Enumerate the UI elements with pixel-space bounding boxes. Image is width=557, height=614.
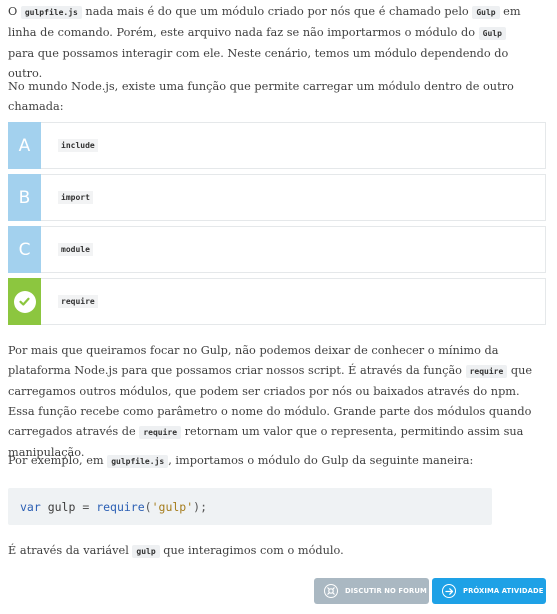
inline-code: gulpfile.js bbox=[107, 455, 169, 468]
answer-options: A include B import C module require bbox=[8, 122, 546, 330]
option-label: include bbox=[58, 139, 98, 152]
closing-paragraph: É através da variável gulp que interagim… bbox=[8, 544, 344, 558]
explanation-paragraph: Por mais que queiramos focar no Gulp, nã… bbox=[8, 344, 533, 459]
question-text: No mundo Node.js, existe uma função que … bbox=[8, 80, 514, 113]
option-letter: B bbox=[8, 174, 41, 221]
option-letter: A bbox=[8, 122, 41, 169]
inline-code: require bbox=[465, 365, 508, 378]
option-b[interactable]: B import bbox=[8, 174, 546, 221]
option-letter: C bbox=[8, 226, 41, 273]
arrow-right-icon bbox=[442, 584, 456, 598]
example-paragraph: Por exemplo, em gulpfile.js, importamos … bbox=[8, 454, 474, 468]
discuss-forum-label: DISCUTIR NO FORUM bbox=[345, 587, 427, 595]
inline-code: Gulp bbox=[472, 6, 500, 19]
lifebuoy-icon bbox=[324, 584, 338, 598]
code-block: var gulp = require('gulp'); bbox=[8, 488, 492, 525]
option-d-correct[interactable]: require bbox=[8, 278, 546, 325]
correct-indicator bbox=[8, 278, 41, 325]
next-activity-label: PRÓXIMA ATIVIDADE bbox=[463, 587, 544, 595]
option-label: import bbox=[58, 191, 93, 204]
option-label: require bbox=[58, 295, 98, 308]
inline-code: Gulp bbox=[478, 27, 506, 40]
check-icon bbox=[13, 290, 36, 313]
inline-code: gulpfile.js bbox=[20, 6, 82, 19]
option-a[interactable]: A include bbox=[8, 122, 546, 169]
discuss-forum-button[interactable]: DISCUTIR NO FORUM bbox=[314, 578, 429, 604]
intro-paragraph: O gulpfile.js nada mais é do que um módu… bbox=[8, 5, 521, 80]
inline-code: require bbox=[139, 426, 182, 439]
inline-code: gulp bbox=[132, 545, 160, 558]
next-activity-button[interactable]: PRÓXIMA ATIVIDADE bbox=[432, 578, 546, 604]
option-label: module bbox=[58, 243, 93, 256]
option-c[interactable]: C module bbox=[8, 226, 546, 273]
